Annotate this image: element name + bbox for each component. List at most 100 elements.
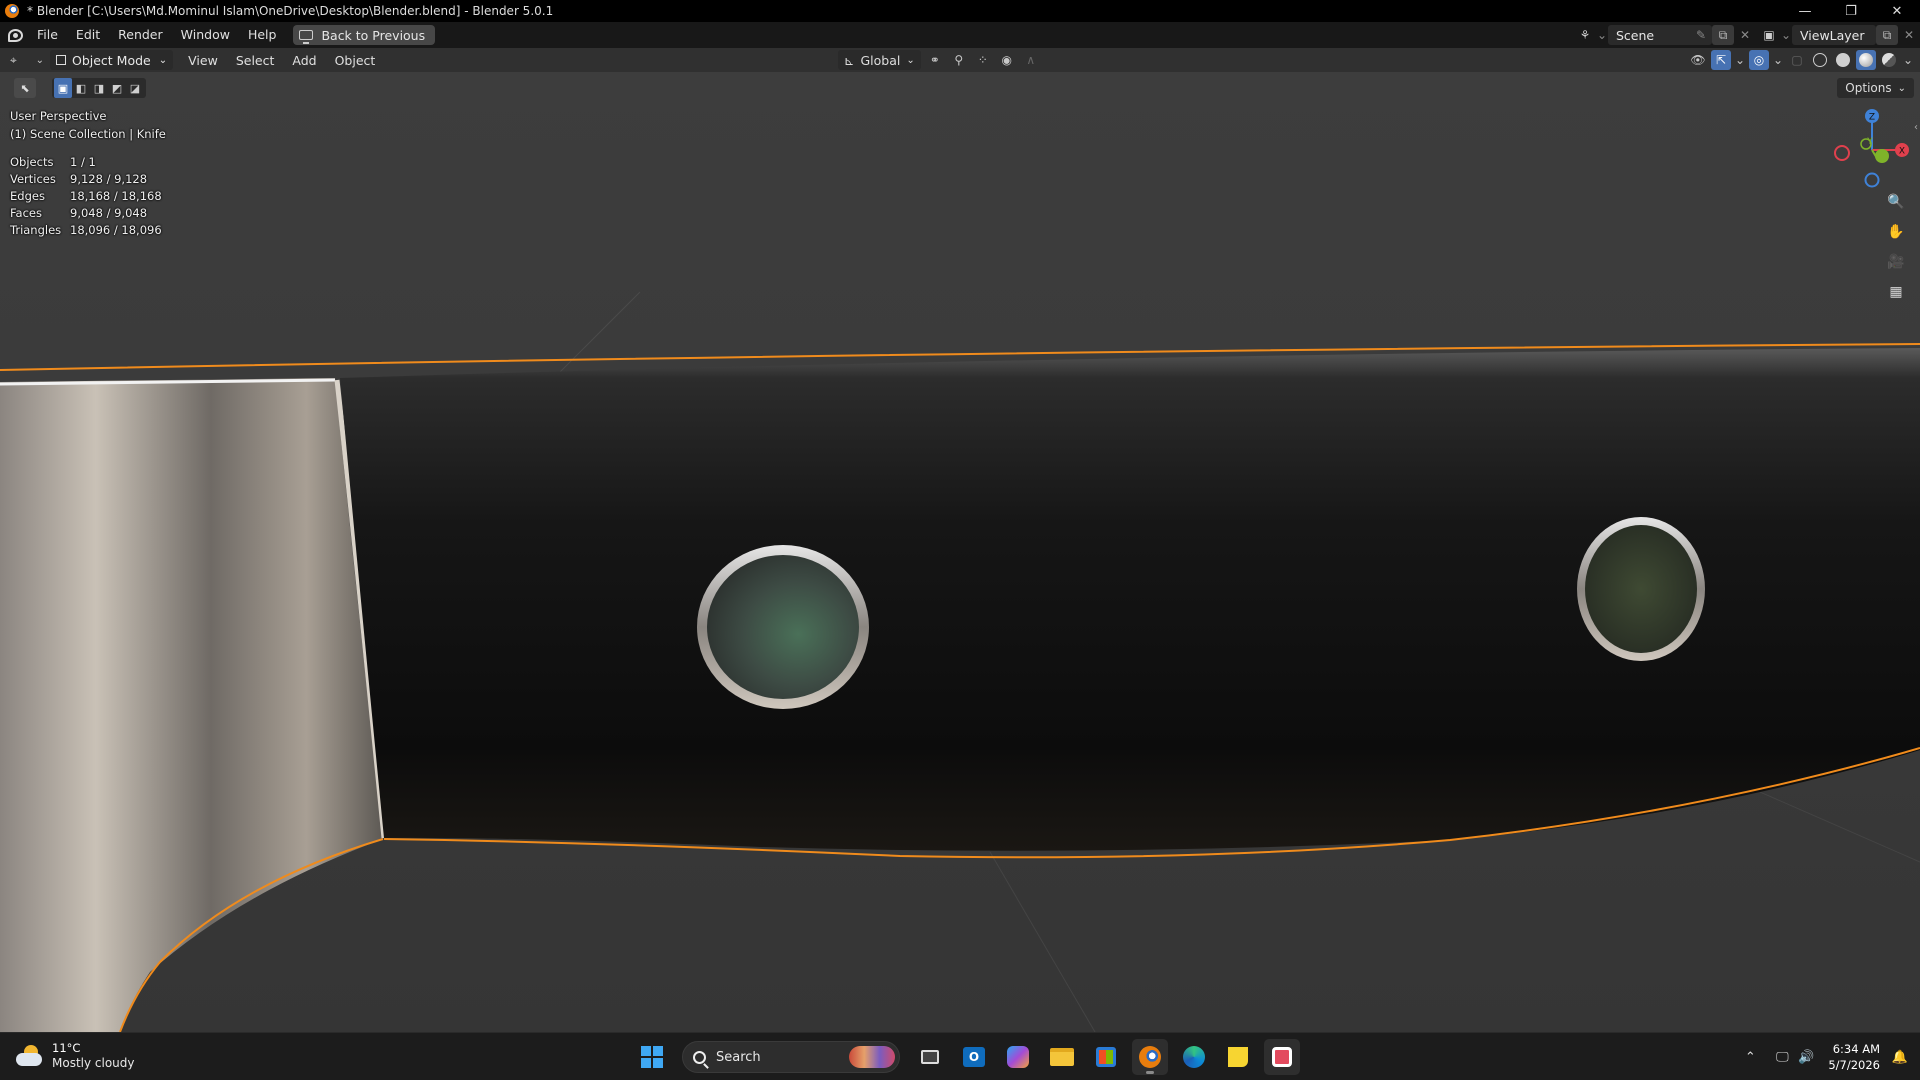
svg-text:Z: Z bbox=[1869, 113, 1875, 123]
weather-widget[interactable]: 11°C Mostly cloudy bbox=[16, 1041, 135, 1071]
overlay-toggle-icon[interactable]: ◎ bbox=[1749, 50, 1769, 70]
chevron-down-icon[interactable]: ⌄ bbox=[1596, 25, 1608, 45]
sidebar-toggle-icon[interactable]: ‹ bbox=[1914, 122, 1918, 133]
outlook-icon: O bbox=[963, 1047, 985, 1067]
camera-view-icon[interactable]: 🎥 bbox=[1884, 250, 1908, 274]
pivot-point-icon[interactable]: ⚭ bbox=[925, 50, 945, 70]
menu-add[interactable]: Add bbox=[283, 53, 325, 68]
maximize-button[interactable]: ❐ bbox=[1828, 0, 1874, 22]
edge-app[interactable] bbox=[1176, 1039, 1212, 1075]
menu-help[interactable]: Help bbox=[239, 24, 286, 46]
snipping-tool-app[interactable] bbox=[1264, 1039, 1300, 1075]
scene-name-field[interactable]: Scene ✎ bbox=[1608, 25, 1712, 45]
svg-text:X: X bbox=[1899, 147, 1905, 157]
visibility-icon[interactable]: 👁 bbox=[1688, 50, 1708, 70]
menu-view[interactable]: View bbox=[179, 53, 227, 68]
select-intersect-icon[interactable]: ◪ bbox=[126, 78, 144, 98]
sticky-notes-app[interactable] bbox=[1220, 1039, 1256, 1075]
chevron-down-icon: ⌄ bbox=[158, 54, 168, 66]
zoom-icon[interactable]: 🔍 bbox=[1884, 190, 1908, 214]
blender-app[interactable] bbox=[1132, 1039, 1168, 1075]
search-icon bbox=[693, 1050, 706, 1064]
object-mode-label: Object Mode bbox=[72, 52, 151, 68]
snap-toggle-icon[interactable]: ⚲ bbox=[949, 50, 969, 70]
chevron-down-icon[interactable]: ⌄ bbox=[1734, 50, 1746, 70]
network-icon[interactable]: 🖵 bbox=[1770, 1045, 1794, 1069]
copilot-app[interactable] bbox=[1000, 1039, 1036, 1075]
select-tool-icon[interactable]: ⬉ bbox=[14, 78, 36, 98]
blender-menu-icon[interactable] bbox=[2, 22, 28, 48]
pan-hand-icon[interactable]: ✋ bbox=[1884, 220, 1908, 244]
task-view-icon bbox=[921, 1050, 939, 1064]
perspective-label: User Perspective bbox=[10, 109, 107, 123]
solid-shading-icon[interactable] bbox=[1833, 50, 1853, 70]
select-extend-icon[interactable]: ◧ bbox=[72, 78, 90, 98]
menu-select[interactable]: Select bbox=[227, 53, 284, 68]
select-new-icon[interactable]: ▣ bbox=[54, 78, 72, 98]
window-title-bar: * Blender [C:\Users\Md.Mominul Islam\One… bbox=[0, 0, 1920, 22]
taskbar-search[interactable]: Search bbox=[682, 1041, 900, 1073]
system-tray: ⌃ 🖵 🔊 6:34 AM 5/7/2026 🔔 bbox=[1738, 1033, 1920, 1080]
edge-icon bbox=[1183, 1046, 1205, 1068]
outlook-app[interactable]: O bbox=[956, 1039, 992, 1075]
blender-icon bbox=[1139, 1046, 1161, 1068]
menu-object[interactable]: Object bbox=[326, 53, 385, 68]
neg-z-axis-handle bbox=[1864, 172, 1880, 188]
microsoft-store-app[interactable] bbox=[1088, 1039, 1124, 1075]
menu-edit[interactable]: Edit bbox=[67, 24, 109, 46]
remove-scene-icon[interactable]: ✕ bbox=[1734, 25, 1756, 45]
snap-target-icon[interactable]: ⁘ bbox=[973, 50, 993, 70]
3d-viewport[interactable]: ⬉ ▣ ◧ ◨ ◩ ◪ Options ⌄ User Perspective (… bbox=[0, 72, 1920, 1032]
chevron-down-icon: ⌄ bbox=[906, 54, 915, 66]
blender-app-icon bbox=[5, 4, 19, 18]
rendered-shading-icon[interactable] bbox=[1879, 50, 1899, 70]
neg-x-axis-handle bbox=[1834, 145, 1850, 161]
weather-condition: Mostly cloudy bbox=[52, 1056, 135, 1070]
back-to-previous-button[interactable]: Back to Previous bbox=[293, 25, 436, 45]
navigation-gizmo[interactable]: Z X Y bbox=[1830, 108, 1910, 188]
volume-icon[interactable]: 🔊 bbox=[1794, 1045, 1818, 1069]
new-scene-icon[interactable]: ⧉ bbox=[1712, 25, 1734, 45]
xray-toggle-icon[interactable]: ▢ bbox=[1787, 50, 1807, 70]
chevron-up-icon[interactable]: ⌃ bbox=[1738, 1045, 1762, 1069]
options-label: Options bbox=[1845, 81, 1892, 95]
new-view-layer-icon[interactable]: ⧉ bbox=[1876, 25, 1898, 45]
select-subtract-icon[interactable]: ◨ bbox=[90, 78, 108, 98]
menu-file[interactable]: File bbox=[28, 24, 67, 46]
editor-type-dropdown[interactable]: ⌖ ⌄ bbox=[10, 50, 44, 70]
system-clock[interactable]: 6:34 AM 5/7/2026 bbox=[1828, 1041, 1880, 1073]
select-invert-icon[interactable]: ◩ bbox=[108, 78, 126, 98]
chevron-down-icon[interactable]: ⌄ bbox=[1902, 50, 1914, 70]
pin-icon[interactable]: ✎ bbox=[1696, 28, 1706, 42]
tool-settings-row: ⬉ ▣ ◧ ◨ ◩ ◪ bbox=[14, 78, 146, 98]
menu-render[interactable]: Render bbox=[109, 24, 172, 46]
remove-view-layer-icon[interactable]: ✕ bbox=[1898, 25, 1920, 45]
notification-bell-icon[interactable]: 🔔 bbox=[1888, 1045, 1912, 1069]
scene-browse-icon[interactable]: ⚘ bbox=[1574, 25, 1596, 45]
task-view-button[interactable] bbox=[912, 1039, 948, 1075]
start-button[interactable] bbox=[634, 1039, 670, 1075]
material-preview-shading-icon[interactable] bbox=[1856, 50, 1876, 70]
partly-cloudy-icon bbox=[16, 1045, 44, 1067]
file-explorer-app[interactable] bbox=[1044, 1039, 1080, 1075]
wireframe-shading-icon[interactable] bbox=[1810, 50, 1830, 70]
proportional-edit-icon[interactable]: ◉ bbox=[997, 50, 1017, 70]
minimize-button[interactable]: — bbox=[1782, 0, 1828, 22]
transform-orientation-dropdown[interactable]: ⊾ Global ⌄ bbox=[838, 50, 921, 70]
taskbar-apps: Search O bbox=[634, 1039, 1300, 1075]
object-mode-dropdown[interactable]: Object Mode ⌄ bbox=[50, 50, 174, 70]
rivet-left-face bbox=[707, 555, 859, 699]
options-dropdown[interactable]: Options ⌄ bbox=[1837, 78, 1914, 98]
perspective-toggle-icon[interactable]: ▦ bbox=[1884, 280, 1908, 304]
scene-name: Scene bbox=[1616, 27, 1655, 43]
view-layer-browse-icon[interactable]: ▣ bbox=[1758, 25, 1780, 45]
menu-window[interactable]: Window bbox=[172, 24, 239, 46]
falloff-icon[interactable]: ∧ bbox=[1021, 50, 1041, 70]
chevron-down-icon[interactable]: ⌄ bbox=[1780, 25, 1792, 45]
view-layer-name-field[interactable]: ViewLayer bbox=[1792, 25, 1876, 45]
gizmo-toggle-icon[interactable]: ⇱ bbox=[1711, 50, 1731, 70]
chevron-down-icon[interactable]: ⌄ bbox=[1772, 50, 1784, 70]
collection-label: (1) Scene Collection | Knife bbox=[10, 127, 166, 141]
selection-mode-group: ▣ ◧ ◨ ◩ ◪ bbox=[52, 78, 146, 98]
close-button[interactable]: ✕ bbox=[1874, 0, 1920, 22]
